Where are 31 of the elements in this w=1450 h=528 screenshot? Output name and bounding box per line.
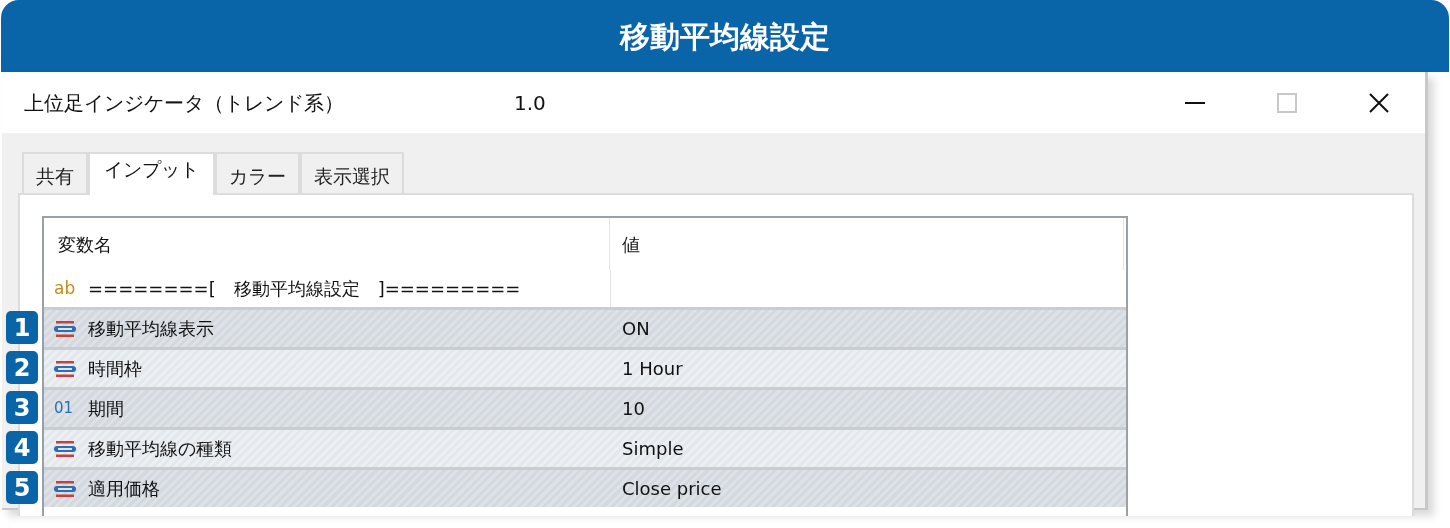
parameter-value: ON [622, 317, 650, 341]
number-badge: 1 [6, 311, 38, 344]
minimize-icon[interactable] [1185, 101, 1205, 104]
parameter-name: 移動平均線の種類 [88, 437, 232, 461]
number-badge: 5 [6, 471, 38, 504]
parameter-name: 移動平均線表示 [88, 317, 214, 341]
tab[interactable]: カラー [215, 152, 300, 193]
tab[interactable]: 表示選択 [300, 152, 404, 193]
parameter-name: ========[ 移動平均線設定 ]========= [88, 277, 521, 301]
parameter-value: Close price [622, 477, 722, 501]
parameter-name: 期間 [88, 397, 124, 421]
banner-title: 移動平均線設定 [620, 17, 830, 56]
type-label: ab [54, 276, 76, 300]
list-icon [54, 479, 76, 498]
window-title: 上位足インジケータ（トレンド系） [24, 89, 345, 117]
tab[interactable]: 共有 [22, 152, 88, 193]
parameter-name: 時間枠 [88, 357, 142, 381]
parameter-value: 1 Hour [622, 357, 683, 381]
list-icon [54, 319, 76, 338]
version-label: 1.0 [514, 89, 546, 117]
type-label: 01 [54, 398, 75, 420]
parameter-value: 10 [622, 397, 645, 421]
parameter-value: Simple [622, 437, 684, 461]
list-icon [54, 439, 76, 458]
close-icon[interactable] [1369, 92, 1389, 113]
number-badge: 2 [6, 351, 38, 384]
tab[interactable]: インプット [88, 152, 215, 195]
list-icon [54, 359, 76, 378]
number-badge: 4 [6, 431, 38, 464]
parameter-name: 適用価格 [88, 477, 160, 501]
number-badge: 3 [6, 391, 38, 424]
